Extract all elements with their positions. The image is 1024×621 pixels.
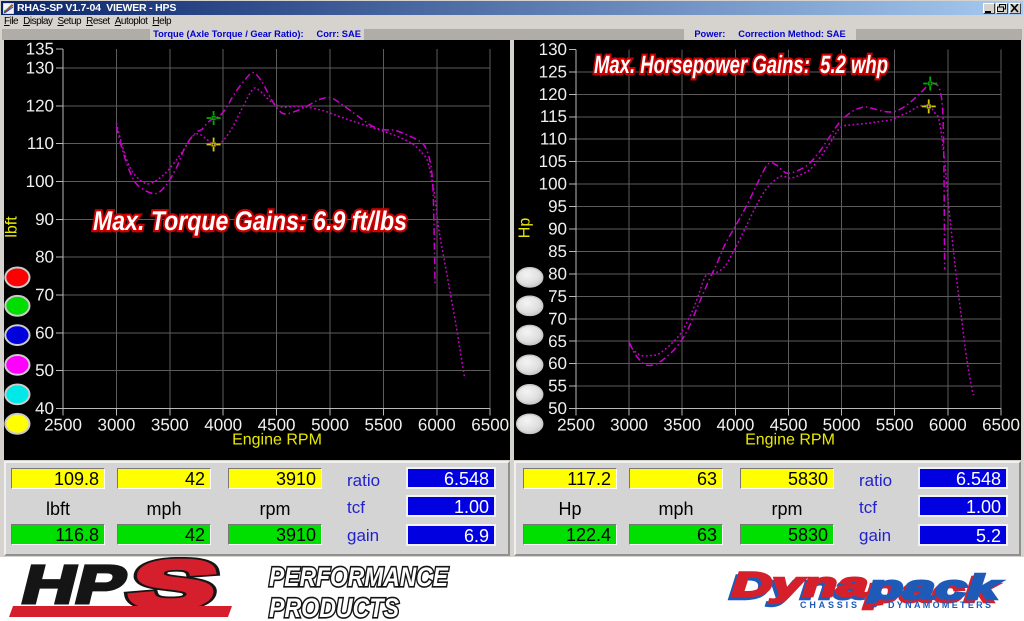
svg-text:3500: 3500 xyxy=(151,415,189,434)
svg-text:60: 60 xyxy=(35,323,54,342)
svg-text:6000: 6000 xyxy=(929,416,967,435)
svg-text:110: 110 xyxy=(27,134,54,153)
svg-text:Max. Horsepower Gains: 5.2 wh: Max. Horsepower Gains: 5.2 whp xyxy=(594,51,888,79)
svg-text:100: 100 xyxy=(26,172,54,191)
svg-text:65: 65 xyxy=(548,332,567,351)
svg-text:70: 70 xyxy=(35,286,54,305)
svg-text:Max. Torque Gains: 6.9 ft/lbs: Max. Torque Gains: 6.9 ft/lbs xyxy=(93,206,407,236)
svg-text:120: 120 xyxy=(539,85,567,104)
svg-text:80: 80 xyxy=(35,248,54,267)
svg-text:125: 125 xyxy=(539,62,567,81)
svg-text:Engine RPM: Engine RPM xyxy=(745,432,835,449)
svg-text:3000: 3000 xyxy=(610,416,648,435)
svg-text:Hp: Hp xyxy=(517,218,534,239)
svg-text:75: 75 xyxy=(548,287,567,306)
svg-text:135: 135 xyxy=(26,40,54,59)
svg-text:90: 90 xyxy=(35,210,54,229)
svg-text:3500: 3500 xyxy=(663,416,701,435)
svg-text:6000: 6000 xyxy=(418,415,456,434)
svg-text:PRODUCTS: PRODUCTS xyxy=(269,593,399,621)
svg-text:90: 90 xyxy=(548,220,567,239)
svg-text:6500: 6500 xyxy=(982,416,1020,435)
svg-text:50: 50 xyxy=(35,361,54,380)
svg-text:130: 130 xyxy=(539,40,567,59)
svg-text:55: 55 xyxy=(548,377,567,396)
svg-text:110: 110 xyxy=(540,130,567,149)
svg-text:95: 95 xyxy=(548,197,567,216)
svg-text:6500: 6500 xyxy=(471,415,509,434)
svg-text:120: 120 xyxy=(26,96,54,115)
svg-text:5500: 5500 xyxy=(364,415,402,434)
svg-text:3000: 3000 xyxy=(97,415,135,434)
svg-text:80: 80 xyxy=(548,264,567,283)
svg-text:Engine RPM: Engine RPM xyxy=(232,432,322,449)
svg-text:85: 85 xyxy=(548,242,567,261)
svg-text:PERFORMANCE: PERFORMANCE xyxy=(269,562,449,592)
svg-text:130: 130 xyxy=(26,59,54,78)
svg-text:70: 70 xyxy=(548,309,567,328)
svg-text:Dyna: Dyna xyxy=(732,566,868,604)
svg-text:lbft: lbft xyxy=(4,216,21,238)
svg-text:100: 100 xyxy=(539,175,567,194)
svg-text:105: 105 xyxy=(539,152,567,171)
svg-text:5500: 5500 xyxy=(876,416,914,435)
svg-text:115: 115 xyxy=(540,107,567,126)
svg-text:2500: 2500 xyxy=(557,416,595,435)
svg-text:2500: 2500 xyxy=(44,415,82,434)
svg-text:60: 60 xyxy=(548,354,567,373)
